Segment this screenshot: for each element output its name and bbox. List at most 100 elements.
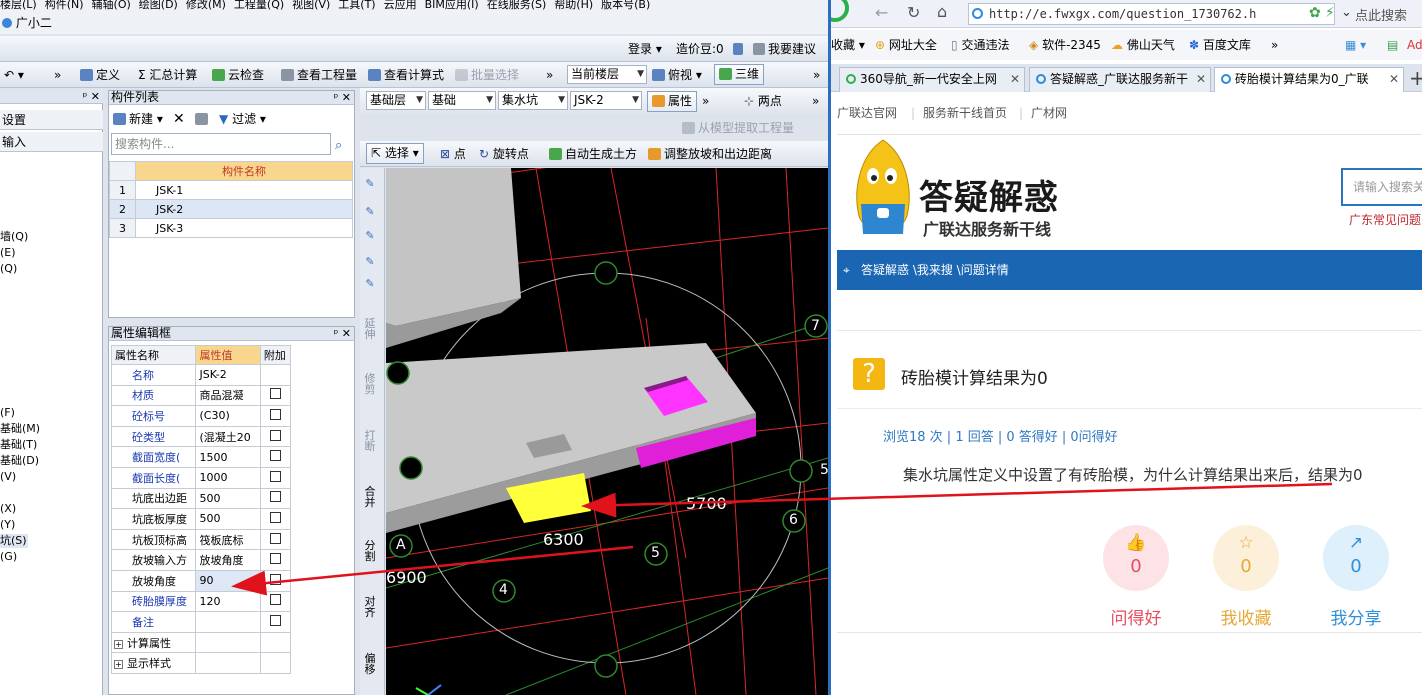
menu-item[interactable]: BIM应用(I) xyxy=(425,0,479,11)
property-value[interactable]: JSK-2 xyxy=(195,364,261,386)
browser-tab[interactable]: 答疑解惑_广联达服务新干 ✕ xyxy=(1029,67,1211,92)
delete-icon[interactable]: ✕ xyxy=(173,110,185,128)
module-tree-item[interactable]: 基础(T) xyxy=(0,438,37,452)
property-extra[interactable] xyxy=(259,405,292,427)
expand-icon[interactable]: + xyxy=(114,639,123,649)
property-value[interactable]: 90 xyxy=(195,569,261,592)
table-row[interactable]: 2 JSK-2 xyxy=(109,199,353,219)
property-row[interactable]: 坑底板厚度 500 xyxy=(110,508,292,530)
back-icon[interactable]: ← xyxy=(875,3,888,22)
module-tree-item[interactable]: (Q) xyxy=(0,262,17,276)
table-row[interactable]: 1 JSK-1 xyxy=(109,180,353,200)
tab-close-icon[interactable]: ✕ xyxy=(1389,68,1399,91)
shield-icon[interactable]: ✿ xyxy=(1309,5,1321,21)
common-questions-link[interactable]: 广东常见问题 xyxy=(1349,211,1421,228)
toolbar-more-icon-2[interactable]: » xyxy=(546,66,553,84)
expand-icon[interactable]: + xyxy=(114,660,123,670)
tab-close-icon[interactable]: ✕ xyxy=(1010,68,1020,91)
extra-checkbox[interactable] xyxy=(269,388,281,400)
menu-item[interactable]: 楼层(L) xyxy=(0,0,37,11)
apps-grid-icon[interactable]: ▦ ▾ xyxy=(1345,30,1366,60)
vertical-tool-button[interactable]: 合并 xyxy=(363,486,377,508)
bookmark-weather[interactable]: ☁ 佛山天气 xyxy=(1111,30,1175,60)
extra-checkbox[interactable] xyxy=(269,408,281,420)
properties-button[interactable]: 属性 xyxy=(647,91,698,112)
extract-quantity-button[interactable]: 从模型提取工程量 xyxy=(682,119,794,137)
favorite-button[interactable]: ☆ 0 xyxy=(1213,525,1279,591)
member-select[interactable]: JSK-2 ▼ xyxy=(570,91,642,110)
extra-checkbox[interactable] xyxy=(269,594,281,606)
menu-item[interactable]: 视图(V) xyxy=(292,0,330,11)
favorite-label[interactable]: 我收藏 xyxy=(1201,604,1291,629)
adjust-slope-button[interactable]: 调整放坡和出边距离 xyxy=(648,145,772,163)
property-extra[interactable] xyxy=(259,446,292,468)
module-tree-item[interactable]: (G) xyxy=(0,550,17,564)
category-select[interactable]: 基础 ▼ xyxy=(428,91,496,110)
assistant-name[interactable]: 广小二 xyxy=(16,16,52,30)
property-extra[interactable] xyxy=(259,549,292,571)
property-value[interactable]: 筏板底标 xyxy=(195,528,261,551)
extra-checkbox[interactable] xyxy=(269,491,281,503)
component-name-cell[interactable]: JSK-2 xyxy=(135,199,353,219)
property-row[interactable]: 砖胎膜厚度 120 xyxy=(110,590,292,613)
property-extra[interactable] xyxy=(259,508,292,530)
property-value[interactable]: (混凝土20 xyxy=(195,425,261,448)
property-row[interactable]: + 计算属性 xyxy=(110,631,292,654)
property-extra[interactable] xyxy=(259,569,292,592)
summary-calc-button[interactable]: Σ 汇总计算 xyxy=(138,66,197,84)
dropdown-icon[interactable]: ⌄ xyxy=(1341,5,1352,20)
property-value[interactable] xyxy=(195,631,261,654)
lightning-icon[interactable]: ⚡ xyxy=(1325,5,1335,21)
property-value[interactable]: 120 xyxy=(195,590,261,613)
menu-item[interactable]: 云应用 xyxy=(384,0,417,11)
edit-tool-icon[interactable]: ✎ xyxy=(363,230,377,241)
view-mode-select[interactable]: 俯视 ▾ xyxy=(652,66,702,84)
property-extra[interactable] xyxy=(259,487,292,510)
component-search-input[interactable]: 搜索构件... xyxy=(111,133,331,155)
rotate-point-button[interactable]: ↻ 旋转点 xyxy=(479,145,529,163)
toolbar-more-icon-5[interactable]: » xyxy=(812,92,819,110)
property-extra[interactable] xyxy=(259,425,292,448)
undo-button[interactable]: ↶ ▾ xyxy=(4,66,24,84)
3d-viewport[interactable]: 5700 6300 6900 7 5 6 5 4 A xyxy=(386,168,828,695)
property-row[interactable]: 材质 商品混凝 xyxy=(110,384,292,407)
module-tree-item[interactable]: (E) xyxy=(0,246,16,260)
property-row[interactable]: 截面长度(1000 xyxy=(110,466,292,489)
search-engine-label[interactable]: 点此搜索 xyxy=(1355,5,1407,24)
point-button[interactable]: ⊠ 点 xyxy=(440,145,466,163)
property-value[interactable]: 1500 xyxy=(195,446,261,468)
property-row[interactable]: 备注 xyxy=(110,611,292,633)
bookmark-software[interactable]: ◈ 软件-2345 xyxy=(1029,30,1101,60)
filter-button[interactable]: ▼ 过滤 ▾ xyxy=(219,110,266,128)
property-row[interactable]: 砼标号 (C30) xyxy=(110,405,292,427)
vertical-tool-button[interactable]: 对齐 xyxy=(363,596,377,618)
property-value[interactable]: 500 xyxy=(195,487,261,510)
module-tree-item[interactable]: (Y) xyxy=(0,518,15,532)
property-row[interactable]: 放坡角度 90 xyxy=(110,569,292,592)
browser-tab[interactable]: 砖胎模计算结果为0_广联 ✕ xyxy=(1214,67,1404,92)
type-select[interactable]: 集水坑 ▼ xyxy=(498,91,568,110)
like-button[interactable]: 👍 0 xyxy=(1103,525,1169,591)
property-extra[interactable] xyxy=(259,528,292,551)
cloud-check-button[interactable]: 云检查 xyxy=(212,66,264,84)
site-search-input[interactable]: 请输入搜索关 xyxy=(1341,168,1422,206)
property-extra[interactable] xyxy=(259,466,292,489)
three-d-button[interactable]: 三维 xyxy=(714,64,765,85)
nav-link-service-home[interactable]: 服务新干线首页 xyxy=(923,98,1007,128)
nav-link-glodon[interactable]: 广联达官网 xyxy=(837,98,897,128)
view-quantity-button[interactable]: 查看工程量 xyxy=(281,66,357,84)
vertical-tool-button[interactable]: 打断 xyxy=(363,430,377,452)
module-tree-item[interactable]: (F) xyxy=(0,406,15,420)
extra-checkbox[interactable] xyxy=(269,532,281,544)
extra-checkbox[interactable] xyxy=(269,573,281,585)
property-value[interactable]: 1000 xyxy=(195,466,261,489)
browser-tab[interactable]: 360导航_新一代安全上网 ✕ xyxy=(839,67,1025,92)
module-tree-item[interactable]: 墙(Q) xyxy=(0,230,28,244)
property-value[interactable]: (C30) xyxy=(195,405,261,427)
module-tree-item[interactable]: 设置 xyxy=(0,110,103,130)
edit-tool-icon[interactable]: ✎ xyxy=(363,256,377,267)
menu-item[interactable]: 工具(T) xyxy=(338,0,375,11)
select-button[interactable]: ⇱ 选择 ▾ xyxy=(366,143,424,164)
menu-item[interactable]: 辅轴(O) xyxy=(92,0,131,11)
home-icon[interactable]: ⌂ xyxy=(937,2,947,21)
